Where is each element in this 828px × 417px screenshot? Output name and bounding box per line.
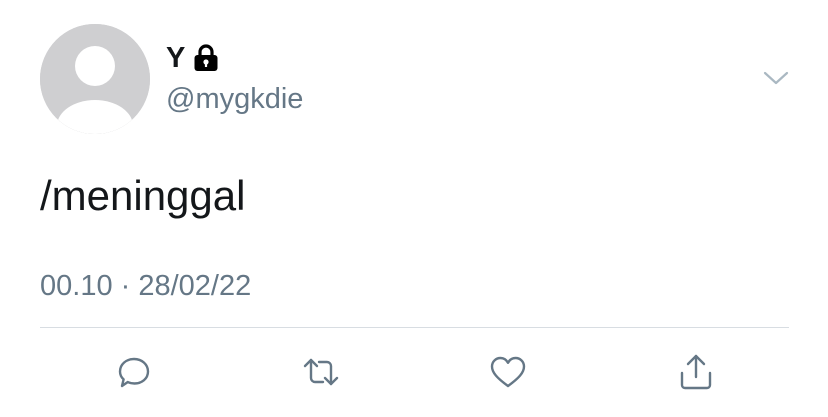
lock-icon <box>193 43 219 73</box>
reply-icon <box>118 357 150 388</box>
tweet-text: /meninggal <box>40 172 246 219</box>
author-name-row: Y <box>166 41 219 75</box>
tweet-timestamp[interactable]: 00.10 · 28/02/22 <box>40 268 251 304</box>
action-bar <box>0 350 828 394</box>
author-handle[interactable]: @mygkdie <box>166 82 303 116</box>
retweet-button[interactable] <box>299 350 343 394</box>
like-button[interactable] <box>486 350 530 394</box>
divider <box>40 327 789 328</box>
retweet-icon <box>303 358 339 386</box>
reply-button[interactable] <box>112 350 156 394</box>
chevron-down-icon[interactable] <box>762 68 790 88</box>
avatar[interactable] <box>40 24 150 134</box>
tweet-card: Y @mygkdie /meninggal 00.10 · 28/02/22 <box>0 0 828 417</box>
default-avatar-icon <box>40 24 150 134</box>
like-icon <box>490 356 526 388</box>
share-icon <box>680 354 712 390</box>
display-name[interactable]: Y <box>166 41 185 75</box>
share-button[interactable] <box>674 350 718 394</box>
